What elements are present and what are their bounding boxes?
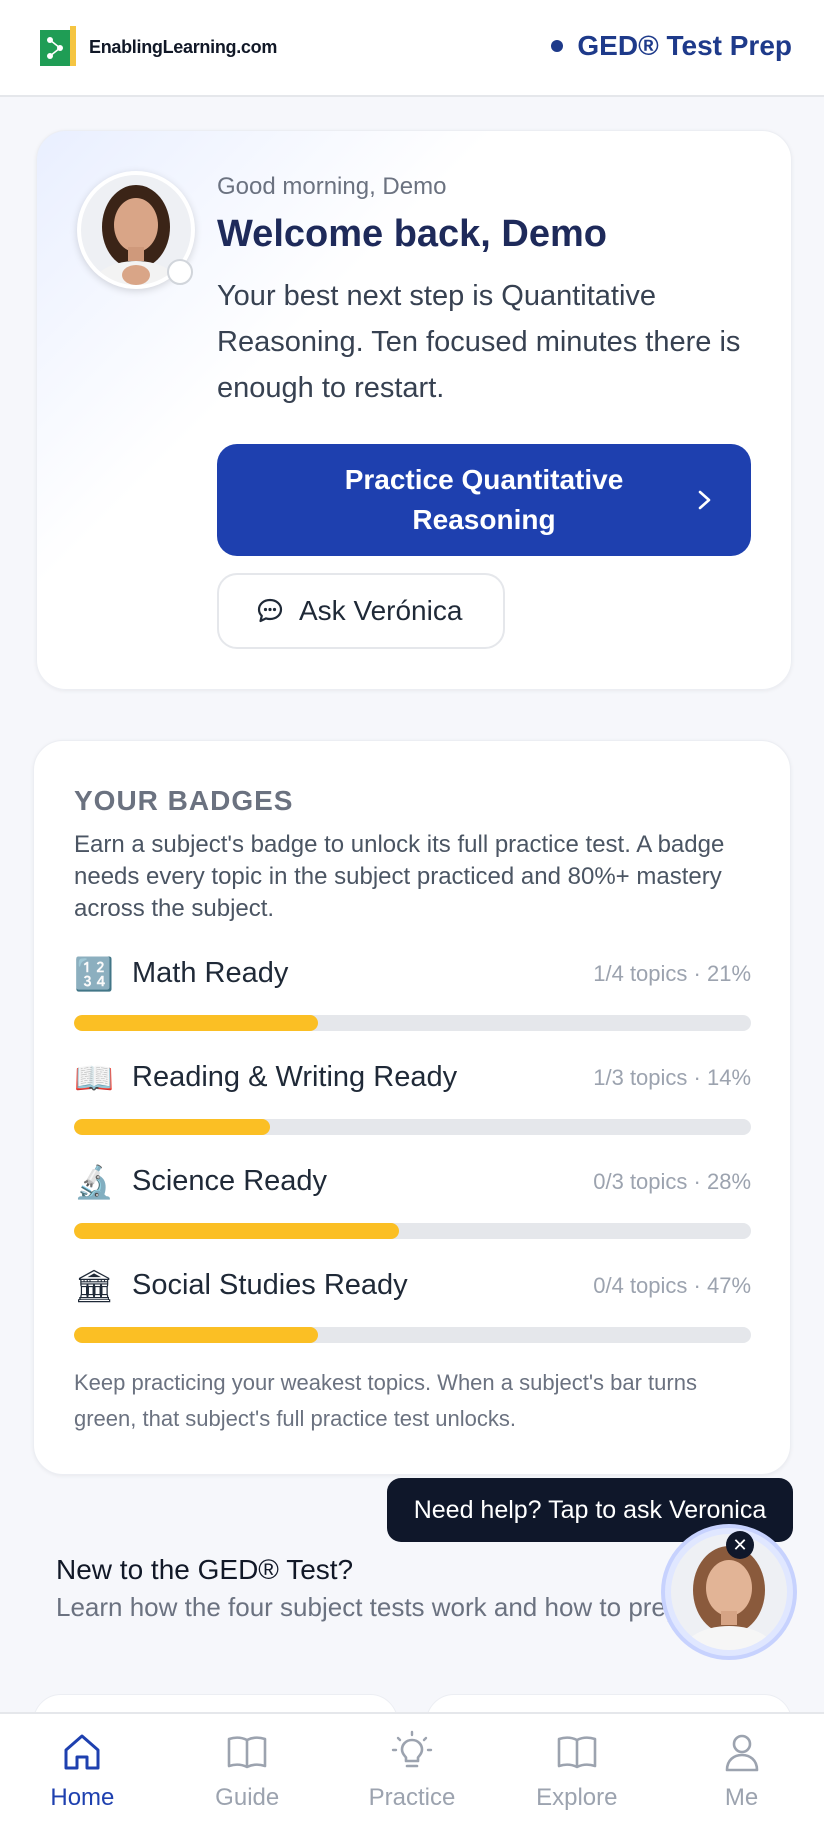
nav-item-practice[interactable]: Practice [330,1714,495,1830]
book-open-icon [557,1736,597,1769]
nav-item-me[interactable]: Me [659,1714,824,1830]
progress-track [74,1223,751,1239]
progress-track [74,1119,751,1135]
badge-name: Social Studies Ready [132,1269,408,1301]
nav-label: Home [50,1784,115,1811]
progress-fill [74,1015,318,1031]
intro-title: New to the GED® Test? [56,1554,354,1585]
chat-icon [257,598,283,623]
nav-item-home[interactable]: Home [0,1714,165,1830]
practice-button[interactable]: Practice Quantitative Reasoning [217,444,751,556]
badge-progress-text: 0/3 topics · 28% [593,1169,751,1194]
app-header: EnablingLearning.com GED® Test Prep [0,0,824,97]
chevron-right-icon [698,490,711,510]
badge-name: Science Ready [132,1165,328,1197]
status-dot [551,40,564,52]
online-indicator [167,259,193,285]
ask-tutor-button[interactable]: Ask Verónica [217,573,505,649]
book-icon: 📖 [74,1059,114,1097]
nav-label: Practice [368,1784,456,1811]
progress-track [74,1327,751,1343]
close-icon[interactable]: ✕ [726,1531,754,1559]
progress-fill [74,1223,399,1239]
nav-item-explore[interactable]: Explore [494,1714,659,1830]
badges-footer-note: Keep practicing your weakest topics. Whe… [74,1370,697,1431]
math-numbers-icon: 🔢 [74,955,114,993]
badge-name: Reading & Writing Ready [132,1061,458,1093]
microscope-icon: 🔬 [74,1163,114,1201]
classical-building-icon: 🏛 [74,1267,115,1305]
badge-name: Math Ready [132,957,289,989]
welcome-message: Your best next step is Quantitative Reas… [217,280,741,404]
badge-progress-text: 1/3 topics · 14% [593,1065,751,1090]
person-icon [725,1734,758,1772]
badge-progress-text: 1/4 topics · 21% [593,961,751,986]
badges-title: YOUR BADGES [74,785,294,816]
home-icon [64,1734,100,1770]
greeting: Good morning, Demo [217,173,447,200]
bottom-nav: Home Guide Practice Explore Me [0,1712,824,1830]
logo-text: EnablingLearning.com [89,36,278,57]
welcome-title: Welcome back, Demo [217,213,608,255]
badge-progress-text: 0/4 topics · 47% [593,1273,751,1298]
intro-subtitle: Learn how the four subject tests work an… [56,1592,726,1622]
badges-description: Earn a subject's badge to unlock its ful… [74,831,725,922]
progress-fill [74,1119,271,1135]
lightbulb-icon [391,1730,433,1768]
help-tooltip-text: Need help? Tap to ask Veronica [413,1495,767,1524]
welcome-card: Good morning, Demo Welcome back, Demo Yo… [36,130,792,690]
progress-track [74,1015,751,1031]
badges-card: YOUR BADGES Earn a subject's badge to un… [33,740,791,1475]
app-title: GED® Test Prep [577,30,792,61]
nav-label: Me [724,1784,759,1811]
practice-button-label: Practice Quantitative Reasoning [344,464,624,535]
logo-icon [40,26,76,66]
book-icon [227,1736,267,1769]
nav-label: Guide [215,1784,280,1811]
ask-tutor-label: Ask Verónica [299,595,463,626]
progress-fill [74,1327,318,1343]
app-title-group: GED® Test Prep [551,30,792,62]
nav-label: Explore [536,1784,618,1811]
nav-item-guide[interactable]: Guide [165,1714,330,1830]
logo[interactable]: EnablingLearning.com [40,24,277,70]
